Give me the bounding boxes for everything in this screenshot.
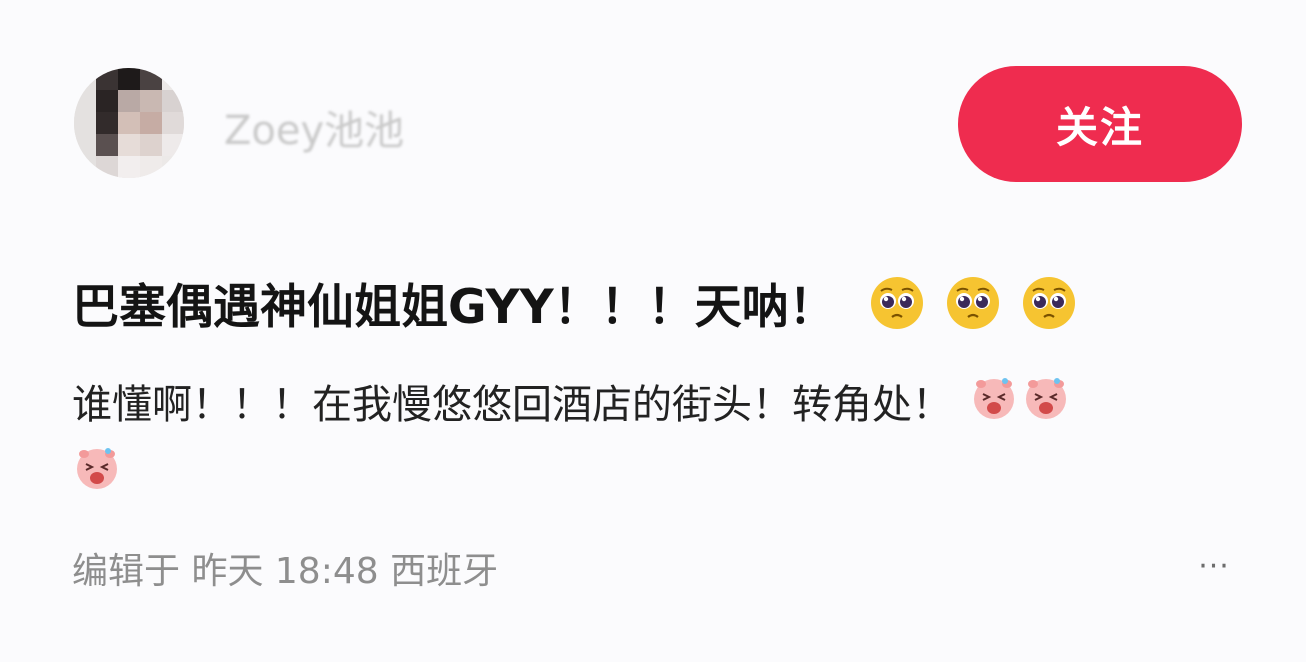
follow-button[interactable]: 关注 (958, 66, 1242, 182)
pixelated-avatar-image (74, 68, 184, 178)
avatar[interactable] (74, 68, 184, 178)
shocked-pig-emoji-icon (1023, 374, 1069, 440)
post-title-text: 巴塞偶遇神仙姐姐GYY！！！天呐！ (72, 280, 836, 335)
pleading-face-emoji-icon (946, 276, 999, 329)
pleading-face-emoji-icon (1022, 276, 1075, 329)
username[interactable]: Zoey池池 (224, 98, 404, 156)
more-options-button[interactable]: ··· (1192, 552, 1236, 582)
title-emoji-row (870, 276, 1076, 330)
post-meta: 编辑于 昨天 18:48 西班牙 (72, 551, 499, 592)
post-title: 巴塞偶遇神仙姐姐GYY！！！天呐！ (72, 268, 1076, 337)
shocked-pig-emoji-icon (971, 374, 1017, 440)
post-body: 谁懂啊！！！在我慢悠悠回酒店的街头！转角处！ (72, 372, 1242, 440)
pleading-face-emoji-icon (870, 276, 923, 329)
shocked-pig-emoji-icon (74, 444, 120, 494)
post-body-text: 谁懂啊！！！在我慢悠悠回酒店的街头！转角处！ (72, 382, 952, 428)
post-card: Zoey池池 关注 巴塞偶遇神仙姐姐GYY！！！天呐！ 谁懂啊！！！在我慢悠悠回… (0, 0, 1306, 662)
